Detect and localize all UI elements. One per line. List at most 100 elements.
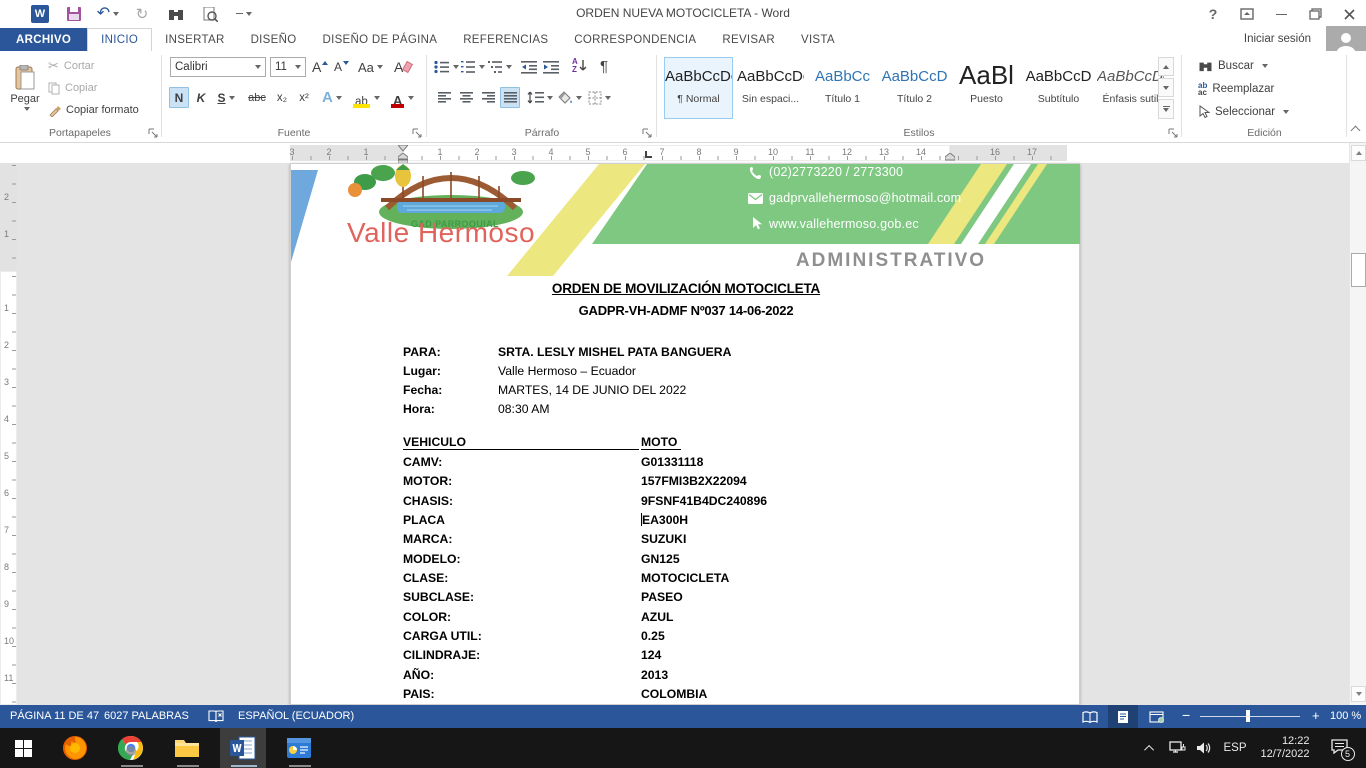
align-right-button[interactable] <box>478 87 498 108</box>
numbering-button[interactable] <box>460 57 485 77</box>
align-center-button[interactable] <box>456 87 476 108</box>
style-subtitulo[interactable]: AaBbCcDSubtítulo <box>1024 57 1093 119</box>
speaker-icon[interactable] <box>1190 728 1218 768</box>
notification-center-icon[interactable]: 5 <box>1322 728 1356 768</box>
clear-formatting-button[interactable]: A <box>394 57 411 77</box>
vehicle-field-label: AÑO: <box>403 668 434 682</box>
tab-archivo[interactable]: ARCHIVO <box>0 28 87 51</box>
zoom-out-button[interactable]: − <box>1182 707 1190 723</box>
tab-stop-marker[interactable] <box>645 151 652 158</box>
style-normal[interactable]: AaBbCcDc¶ Normal <box>664 57 733 119</box>
shading-button[interactable] <box>557 87 582 108</box>
document-page[interactable]: GAD PARROQUIAL Valle Hermoso (02)2773220… <box>290 163 1080 705</box>
zoom-in-button[interactable]: + <box>1312 708 1320 723</box>
tab-insertar[interactable]: INSERTAR <box>152 28 237 51</box>
select-button[interactable]: Seleccionar <box>1198 103 1289 121</box>
paragraph-dialog-launcher[interactable] <box>642 128 653 139</box>
borders-button[interactable] <box>588 87 611 108</box>
scroll-up-button[interactable] <box>1351 145 1366 161</box>
web-layout-button[interactable] <box>1141 705 1171 728</box>
tray-clock[interactable]: 12:2212/7/2022 <box>1252 728 1318 768</box>
find-button[interactable]: Buscar <box>1198 57 1268 75</box>
highlight-color-button[interactable]: ab <box>352 87 380 108</box>
scroll-down-button[interactable] <box>1351 686 1366 702</box>
styles-more-button[interactable] <box>1158 99 1174 119</box>
proofing-status-icon[interactable] <box>208 710 224 723</box>
paste-button[interactable]: Pegar <box>6 55 44 121</box>
format-painter-button[interactable]: Copiar formato <box>48 101 139 119</box>
start-button[interactable] <box>0 728 46 768</box>
replace-button[interactable]: abac Reemplazar <box>1198 80 1274 98</box>
style-titulo-1[interactable]: AaBbCcTítulo 1 <box>808 57 877 119</box>
tab-referencias[interactable]: REFERENCIAS <box>450 28 561 51</box>
tab-vista[interactable]: VISTA <box>788 28 848 51</box>
justify-button[interactable] <box>500 87 520 108</box>
firefox-icon[interactable] <box>52 728 98 768</box>
style-sin-espaciado[interactable]: AaBbCcDcSin espaci... <box>736 57 805 119</box>
line-spacing-button[interactable] <box>527 87 553 108</box>
copy-button[interactable]: Copiar <box>48 79 97 97</box>
right-indent-marker[interactable] <box>945 153 955 161</box>
close-button[interactable] <box>1332 0 1366 28</box>
multilevel-list-button[interactable] <box>487 57 512 77</box>
style-titulo-2[interactable]: AaBbCcDTítulo 2 <box>880 57 949 119</box>
vertical-scrollbar[interactable] <box>1349 143 1366 705</box>
cut-button[interactable]: ✂Cortar <box>48 57 94 75</box>
system-app-icon[interactable] <box>276 728 322 768</box>
tab-correspondencia[interactable]: CORRESPONDENCIA <box>561 28 709 51</box>
sign-in-link[interactable]: Iniciar sesión <box>1244 33 1311 45</box>
change-case-button[interactable]: Aa <box>358 57 383 77</box>
clipboard-dialog-launcher[interactable] <box>148 128 159 139</box>
font-color-button[interactable]: A <box>390 87 414 108</box>
tray-chevron-icon[interactable] <box>1138 728 1162 768</box>
bullets-button[interactable] <box>434 57 459 77</box>
zoom-slider-handle[interactable] <box>1246 710 1250 722</box>
ribbon-display-options-button[interactable] <box>1230 0 1264 28</box>
decrease-indent-button[interactable] <box>521 57 537 77</box>
bold-button[interactable]: N <box>169 87 189 108</box>
styles-dialog-launcher[interactable] <box>1168 128 1179 139</box>
styles-scroll-down[interactable] <box>1158 78 1174 97</box>
restore-button[interactable] <box>1298 0 1332 28</box>
increase-indent-button[interactable] <box>543 57 559 77</box>
tray-language[interactable]: ESP <box>1218 728 1252 768</box>
zoom-level[interactable]: 100 % <box>1330 710 1361 722</box>
network-icon[interactable] <box>1164 728 1190 768</box>
font-dialog-launcher[interactable] <box>412 128 423 139</box>
help-button[interactable]: ? <box>1196 0 1230 28</box>
underline-button[interactable]: S <box>212 87 240 108</box>
show-paragraph-marks-button[interactable]: ¶ <box>600 55 608 77</box>
style-puesto[interactable]: AaBlPuesto <box>952 57 1021 119</box>
tab-diseno[interactable]: DISEÑO <box>238 28 310 51</box>
superscript-button[interactable]: x² <box>294 87 314 108</box>
scrollbar-thumb[interactable] <box>1351 253 1366 287</box>
page-indicator[interactable]: PÁGINA 11 DE 47 <box>10 710 99 722</box>
minimize-button[interactable] <box>1264 0 1298 28</box>
read-mode-button[interactable] <box>1075 705 1105 728</box>
word-taskbar-icon[interactable] <box>220 728 266 768</box>
font-size-combo[interactable]: 11 <box>270 57 306 77</box>
collapse-ribbon-button[interactable] <box>1348 123 1362 137</box>
tab-revisar[interactable]: REVISAR <box>709 28 788 51</box>
tab-inicio[interactable]: INICIO <box>87 28 152 51</box>
first-line-indent-marker[interactable] <box>398 145 408 152</box>
file-explorer-icon[interactable] <box>164 728 210 768</box>
grow-font-button[interactable]: A <box>312 57 328 77</box>
tab-diseno-de-pagina[interactable]: DISEÑO DE PÁGINA <box>309 28 450 51</box>
align-left-button[interactable] <box>434 87 454 108</box>
language-indicator[interactable]: ESPAÑOL (ECUADOR) <box>238 710 354 722</box>
sort-button[interactable]: AZ <box>572 55 587 77</box>
chrome-icon[interactable] <box>108 728 154 768</box>
styles-scroll-up[interactable] <box>1158 57 1174 76</box>
subscript-button[interactable]: x₂ <box>272 87 292 108</box>
shrink-font-button[interactable]: A <box>334 57 349 77</box>
text-effects-button[interactable]: A <box>322 87 342 108</box>
vehicle-field-value: SUZUKI <box>641 532 686 546</box>
italic-button[interactable]: K <box>192 87 210 108</box>
style-enfasis-sutil[interactable]: AaBbCcDcÉnfasis sutil <box>1096 57 1165 119</box>
word-count[interactable]: 6027 PALABRAS <box>104 710 189 722</box>
strikethrough-button[interactable]: abc <box>244 87 270 108</box>
zoom-slider-track[interactable] <box>1200 716 1300 717</box>
print-layout-button[interactable] <box>1108 705 1138 728</box>
font-family-combo[interactable]: Calibri <box>170 57 266 77</box>
